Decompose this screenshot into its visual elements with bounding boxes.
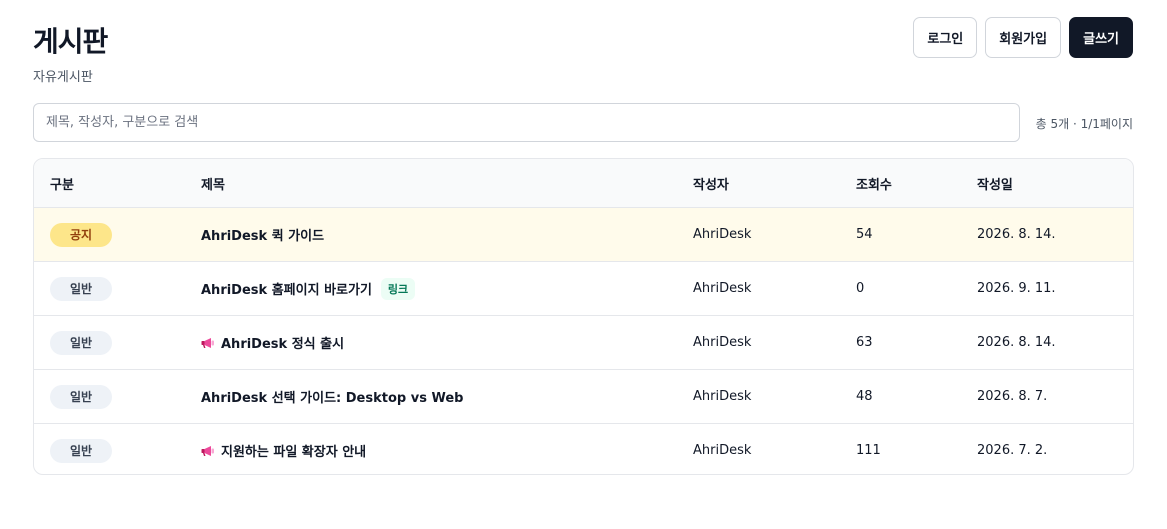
signup-button[interactable]: 회원가입 bbox=[985, 17, 1062, 58]
post-count-summary: 총 5개 · 1/1페이지 bbox=[1035, 117, 1133, 131]
post-date: 2026. 8. 14. bbox=[977, 227, 1056, 242]
post-date: 2026. 9. 11. bbox=[977, 281, 1056, 296]
column-header-date[interactable]: 작성일 bbox=[977, 159, 1013, 207]
post-author: AhriDesk bbox=[693, 389, 752, 404]
header-actions: 로그인 회원가입 글쓰기 bbox=[913, 17, 1133, 58]
post-table: 구분 제목 작성자 조회수 작성일 공지 AhriDesk 퀵 가이드 Ahri… bbox=[33, 158, 1134, 475]
category-badge: 일반 bbox=[50, 438, 112, 463]
table-row[interactable]: 일반 AhriDesk 선택 가이드: Desktop vs Web AhriD… bbox=[34, 369, 1133, 423]
page-subtitle: 자유게시판 bbox=[33, 70, 93, 85]
table-row[interactable]: 일반 AhriDesk 정식 출시 AhriDesk 63 2026. 8. 1… bbox=[34, 315, 1133, 369]
megaphone-icon bbox=[201, 337, 214, 348]
column-header-views[interactable]: 조회수 bbox=[856, 159, 892, 207]
post-author: AhriDesk bbox=[693, 335, 752, 350]
table-row[interactable]: 공지 AhriDesk 퀵 가이드 AhriDesk 54 2026. 8. 1… bbox=[34, 207, 1133, 261]
post-title-link[interactable]: AhriDesk 퀵 가이드 bbox=[201, 225, 324, 244]
post-title-link[interactable]: AhriDesk 정식 출시 bbox=[221, 333, 344, 352]
search-input[interactable] bbox=[33, 103, 1020, 142]
login-button[interactable]: 로그인 bbox=[913, 17, 978, 58]
post-title-link[interactable]: AhriDesk 홈페이지 바로가기 bbox=[201, 279, 372, 298]
table-row[interactable]: 일반 지원하는 파일 확장자 안내 AhriDesk 111 2026. 7. … bbox=[34, 423, 1133, 474]
column-header-author[interactable]: 작성자 bbox=[693, 159, 729, 207]
post-author: AhriDesk bbox=[693, 227, 752, 242]
link-tag-badge: 링크 bbox=[380, 277, 416, 300]
post-title-link[interactable]: AhriDesk 선택 가이드: Desktop vs Web bbox=[201, 387, 463, 406]
write-button[interactable]: 글쓰기 bbox=[1069, 17, 1133, 58]
category-badge: 일반 bbox=[50, 330, 112, 355]
post-author: AhriDesk bbox=[693, 281, 752, 296]
post-views: 54 bbox=[856, 227, 873, 242]
page-title: 게시판 bbox=[33, 25, 108, 58]
post-title-link[interactable]: 지원하는 파일 확장자 안내 bbox=[221, 441, 366, 460]
post-views: 111 bbox=[856, 443, 881, 458]
column-header-category[interactable]: 구분 bbox=[50, 159, 74, 207]
post-views: 48 bbox=[856, 389, 873, 404]
table-header-row: 구분 제목 작성자 조회수 작성일 bbox=[34, 159, 1133, 207]
post-date: 2026. 8. 14. bbox=[977, 335, 1056, 350]
category-badge: 일반 bbox=[50, 384, 112, 409]
post-author: AhriDesk bbox=[693, 443, 752, 458]
megaphone-icon bbox=[201, 445, 214, 456]
post-date: 2026. 8. 7. bbox=[977, 389, 1048, 404]
post-views: 0 bbox=[856, 281, 865, 296]
post-views: 63 bbox=[856, 335, 873, 350]
category-badge: 공지 bbox=[50, 222, 112, 247]
post-date: 2026. 7. 2. bbox=[977, 443, 1048, 458]
column-header-title[interactable]: 제목 bbox=[201, 159, 225, 207]
table-row[interactable]: 일반 AhriDesk 홈페이지 바로가기 링크 AhriDesk 0 2026… bbox=[34, 261, 1133, 315]
category-badge: 일반 bbox=[50, 276, 112, 301]
board-page: 게시판 자유게시판 로그인 회원가입 글쓰기 총 5개 · 1/1페이지 구분 … bbox=[0, 0, 1167, 529]
